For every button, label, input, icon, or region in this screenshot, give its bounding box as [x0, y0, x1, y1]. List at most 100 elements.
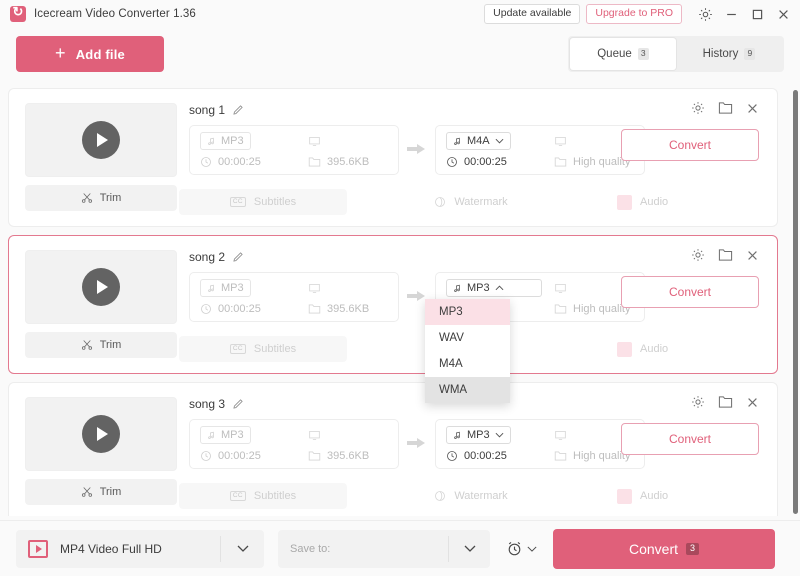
preset-label: MP4 Video Full HD	[60, 541, 162, 556]
edit-pencil-icon[interactable]	[232, 104, 244, 116]
tab-history[interactable]: History 9	[676, 38, 782, 70]
dropdown-option-mp3[interactable]: MP3	[425, 299, 510, 325]
source-size-row: 395.6KB	[308, 156, 388, 168]
target-format: M4A	[467, 135, 490, 147]
edit-pencil-icon[interactable]	[232, 251, 244, 263]
gear-icon[interactable]	[691, 101, 705, 115]
play-icon[interactable]	[82, 121, 120, 159]
card-actions	[691, 395, 759, 409]
close-icon[interactable]	[746, 249, 759, 262]
source-format: MP3	[221, 135, 244, 147]
watermark-button[interactable]: Watermark	[391, 483, 551, 509]
minimize-icon[interactable]	[718, 1, 744, 27]
audio-icon	[617, 488, 632, 504]
music-note-icon	[208, 431, 214, 439]
file-card[interactable]: Trim song 1 MP3 00:00:25 395.6KB M4A 00:…	[8, 88, 778, 227]
folder-icon	[554, 451, 567, 461]
cc-icon: CC	[229, 196, 246, 208]
source-size: 395.6KB	[327, 450, 370, 462]
subtitles-button[interactable]: CC Subtitles	[179, 483, 347, 509]
maximize-icon[interactable]	[744, 1, 770, 27]
app-logo-icon	[10, 4, 26, 22]
preset-chevron-down-icon[interactable]	[220, 535, 264, 562]
play-icon[interactable]	[82, 268, 120, 306]
format-dropdown-menu[interactable]: MP3 WAV M4A WMA	[425, 299, 510, 403]
tab-queue[interactable]: Queue 3	[570, 38, 676, 70]
subtitles-label: Subtitles	[253, 343, 297, 355]
source-size-row: 395.6KB	[308, 303, 388, 315]
scrollbar-thumb[interactable]	[793, 90, 798, 514]
save-to-chevron-down-icon[interactable]	[448, 535, 490, 562]
folder-icon	[554, 157, 567, 167]
subtitles-button[interactable]: CC Subtitles	[179, 189, 347, 215]
file-card[interactable]: Trim song 3 MP3 00:00:25 395.6KB MP3 00:…	[8, 382, 778, 516]
gear-icon[interactable]	[692, 1, 718, 27]
convert-button[interactable]: Convert	[621, 276, 759, 308]
toolbar-row: + Add file Queue 3 History 9	[0, 28, 800, 80]
source-format-row: MP3	[200, 279, 308, 297]
target-format-row[interactable]: MP3	[446, 426, 554, 444]
close-icon[interactable]	[746, 396, 759, 409]
music-note-icon	[454, 284, 460, 292]
update-available-button[interactable]: Update available	[484, 4, 581, 24]
convert-button[interactable]: Convert	[621, 423, 759, 455]
edit-pencil-icon[interactable]	[232, 398, 244, 410]
audio-button[interactable]: Audio	[585, 483, 705, 509]
plus-icon: +	[55, 43, 66, 63]
audio-label: Audio	[640, 490, 669, 502]
target-format-chip[interactable]: M4A	[446, 132, 511, 150]
close-icon[interactable]	[746, 102, 759, 115]
card-actions	[691, 248, 759, 262]
audio-button[interactable]: Audio	[585, 189, 705, 215]
file-name-row: song 3	[189, 397, 244, 411]
alarm-clock-icon	[508, 542, 521, 556]
save-to-select[interactable]: Save to:	[278, 529, 490, 568]
source-size: 395.6KB	[327, 156, 370, 168]
audio-button[interactable]: Audio	[585, 336, 705, 362]
add-file-button[interactable]: + Add file	[16, 36, 164, 72]
target-format-row[interactable]: M4A	[446, 132, 554, 150]
dropdown-option-m4a[interactable]: M4A	[425, 351, 510, 377]
close-icon[interactable]	[770, 1, 796, 27]
file-card[interactable]: Trim song 2 MP3 00:00:25 395.6KB MP3 Hig…	[8, 235, 778, 374]
dropdown-option-wav[interactable]: WAV	[425, 325, 510, 351]
timer-control[interactable]	[506, 540, 537, 557]
gear-icon[interactable]	[691, 248, 705, 262]
preset-select[interactable]: MP4 Video Full HD	[16, 529, 264, 568]
conversion-arrow-icon	[407, 289, 425, 303]
dropdown-option-wma[interactable]: WMA	[425, 377, 510, 403]
folder-open-icon[interactable]	[718, 101, 733, 115]
source-display-row	[308, 279, 388, 297]
source-format: MP3	[221, 429, 244, 441]
target-format-chip[interactable]: MP3	[446, 426, 511, 444]
watermark-label: Watermark	[454, 196, 508, 208]
source-info-box: MP3 00:00:25 395.6KB	[189, 272, 399, 322]
upgrade-to-pro-button[interactable]: Upgrade to PRO	[586, 4, 682, 24]
video-thumbnail[interactable]	[25, 250, 177, 324]
trim-button[interactable]: Trim	[25, 332, 177, 358]
target-format-chip[interactable]: MP3	[446, 279, 542, 297]
watermark-button[interactable]: Watermark	[391, 189, 551, 215]
video-thumbnail[interactable]	[25, 397, 177, 471]
scissors-icon	[81, 340, 92, 350]
monitor-icon	[309, 136, 320, 146]
video-thumbnail[interactable]	[25, 103, 177, 177]
folder-open-icon[interactable]	[718, 248, 733, 262]
clock-icon	[201, 304, 211, 314]
subtitles-button[interactable]: CC Subtitles	[179, 336, 347, 362]
source-format-row: MP3	[200, 132, 308, 150]
music-note-icon	[454, 431, 460, 439]
queue-history-tabs: Queue 3 History 9	[568, 36, 784, 72]
convert-all-button[interactable]: Convert 3	[553, 528, 775, 569]
convert-button[interactable]: Convert	[621, 129, 759, 161]
target-format-row[interactable]: MP3	[446, 279, 554, 297]
trim-button[interactable]: Trim	[25, 479, 177, 505]
target-info-box: MP3 00:00:25 High quality	[435, 419, 645, 469]
monitor-icon	[309, 283, 320, 293]
gear-icon[interactable]	[691, 395, 705, 409]
folder-open-icon[interactable]	[718, 395, 733, 409]
play-icon[interactable]	[82, 415, 120, 453]
watermark-icon	[435, 491, 446, 501]
trim-button[interactable]: Trim	[25, 185, 177, 211]
source-format-row: MP3	[200, 426, 308, 444]
